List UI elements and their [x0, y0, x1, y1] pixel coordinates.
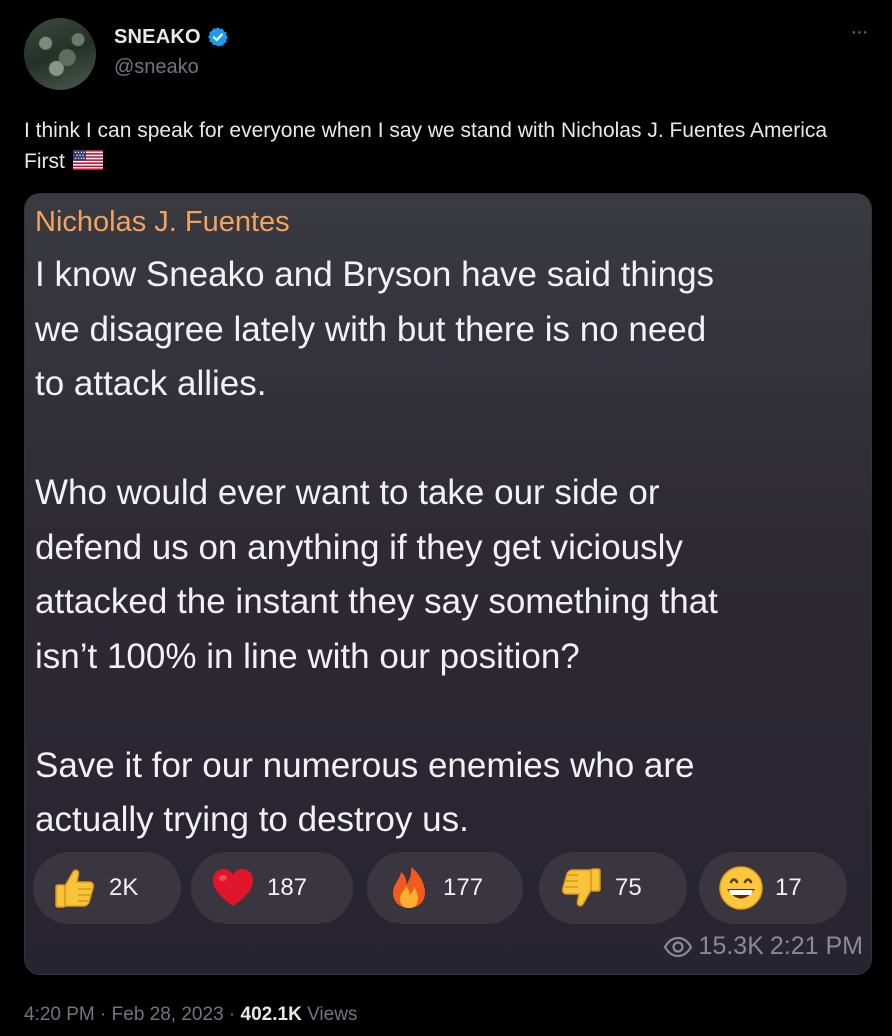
embed-author-name: Nicholas J. Fuentes — [35, 206, 290, 238]
reaction-bar: 2K 187 177 75 17 — [33, 852, 863, 924]
views-label: Views — [307, 1004, 358, 1025]
reaction-thumbs-down[interactable]: 75 — [539, 852, 687, 924]
tweet-text: I think I can speak for everyone when I … — [24, 115, 869, 177]
handle[interactable]: @sneako — [114, 56, 229, 79]
post-date[interactable]: Feb 28, 2023 — [112, 1004, 224, 1025]
embed-message-body: I know Sneako and Bryson have said thing… — [35, 255, 718, 839]
avatar[interactable] — [24, 18, 96, 90]
verified-badge-icon[interactable] — [207, 26, 229, 48]
reaction-grinning[interactable]: 17 — [699, 852, 847, 924]
post-time[interactable]: 4:20 PM — [24, 1004, 95, 1025]
reaction-count: 177 — [443, 874, 484, 901]
eye-icon — [663, 936, 693, 958]
reaction-count: 17 — [775, 874, 802, 901]
reaction-heart[interactable]: 187 — [191, 852, 353, 924]
reaction-count: 75 — [615, 874, 642, 901]
separator: · — [100, 1004, 107, 1025]
embed-views: 15.3K — [698, 932, 764, 960]
us-flag-icon — [72, 148, 103, 170]
thumbs-down-emoji-icon — [557, 864, 605, 912]
thumbs-up-emoji-icon — [51, 864, 99, 912]
embedded-screenshot[interactable]: Nicholas J. Fuentes I know Sneako and Br… — [24, 193, 872, 975]
tweet-text-content: I think I can speak for everyone when I … — [24, 119, 828, 173]
reaction-count: 187 — [267, 874, 308, 901]
more-horizontal-icon[interactable]: ··· — [844, 22, 874, 42]
reaction-count: 2K — [109, 874, 139, 901]
red-heart-emoji-icon — [209, 864, 257, 912]
tweet-header: SNEAKO @sneako ··· — [24, 18, 874, 90]
reaction-fire[interactable]: 177 — [367, 852, 523, 924]
grinning-face-emoji-icon — [717, 864, 765, 912]
reaction-thumbs-up[interactable]: 2K — [33, 852, 181, 924]
author-block: SNEAKO @sneako — [114, 24, 229, 79]
embed-time: 2:21 PM — [769, 932, 863, 960]
display-name[interactable]: SNEAKO — [114, 26, 201, 49]
separator: · — [228, 1004, 236, 1025]
fire-emoji-icon — [385, 864, 433, 912]
tweet-footer: 4:20 PM · Feb 28, 2023 · 402.1K Views — [24, 1004, 357, 1026]
embed-meta: 15.3K 2:21 PM — [663, 932, 863, 961]
views-count: 402.1K — [240, 1004, 302, 1025]
display-name-row: SNEAKO — [114, 24, 229, 50]
